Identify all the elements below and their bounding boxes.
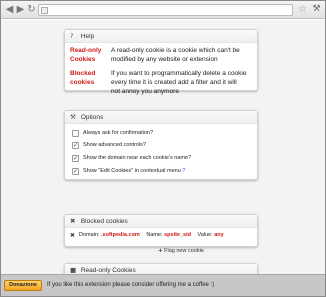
options-card: ⚒ Options Always ask for confirmation? ✓…: [64, 110, 258, 180]
donate-button[interactable]: Donazione: [4, 280, 42, 291]
blocked-header: ✖ Blocked cookies: [65, 215, 257, 228]
help-icon: ?: [70, 32, 74, 40]
checkbox[interactable]: ✓: [72, 155, 79, 162]
checkbox[interactable]: ✓: [72, 142, 79, 149]
checkbox[interactable]: [72, 130, 79, 137]
options-page: ? Help Read-only Cookies A read-only coo…: [1, 20, 325, 283]
help-card: ? Help Read-only Cookies A read-only coo…: [64, 29, 258, 95]
delete-icon[interactable]: ✖: [70, 231, 76, 240]
arrow-left-icon[interactable]: ◀: [4, 4, 15, 15]
blocked-cookie-row: ✖ Domain: .softpedia.com Name: spsite_si…: [70, 231, 224, 240]
reload-icon[interactable]: ↻: [26, 4, 37, 15]
help-title: Help: [80, 33, 95, 40]
name-label: Name:: [146, 232, 163, 238]
blocked-cookies-card: ✖ Blocked cookies ✖ Domain: .softpedia.c…: [64, 214, 258, 247]
arrow-right-icon[interactable]: ▶: [15, 4, 26, 15]
address-bar[interactable]: [38, 4, 293, 16]
help-header: ? Help: [65, 30, 257, 43]
help-hint[interactable]: ?: [182, 168, 185, 174]
page-icon: [41, 7, 48, 14]
options-title: Options: [80, 114, 104, 121]
blocked-title: Blocked cookies: [80, 218, 128, 225]
close-icon: ✖: [70, 217, 76, 225]
value-value: any: [214, 232, 224, 238]
name-value: spsite_sid: [164, 232, 191, 238]
help-description: If you want to programmatically delete a…: [111, 70, 247, 95]
options-header: ⚒ Options: [65, 111, 257, 124]
help-item-blocked: Blocked cookies If you want to programma…: [65, 69, 257, 95]
plus-icon: +: [158, 248, 163, 254]
help-term: Read-only Cookies: [70, 47, 102, 63]
checkbox[interactable]: ✓: [72, 168, 79, 175]
help-description: A read-only cookie is a cookie which can…: [111, 47, 240, 63]
help-item-readonly: Read-only Cookies A read-only cookie is …: [65, 46, 257, 69]
donation-message: If you like this extension please consid…: [47, 282, 215, 288]
domain-label: Domain:: [79, 232, 100, 238]
wrench-icon[interactable]: ⚒: [311, 4, 322, 15]
browser-window: ◀ ▶ ↻ ☆ ⚒ ? Help Read-only Cookies A rea…: [0, 0, 326, 297]
value-label: Value:: [197, 232, 213, 238]
browser-toolbar: ◀ ▶ ↻ ☆ ⚒: [1, 1, 325, 19]
help-term: Blocked cookies: [70, 70, 96, 86]
donation-bar: Donazione If you like this extension ple…: [1, 274, 325, 296]
readonly-title: Read-only Cookies: [80, 267, 136, 274]
wrench-icon: ⚒: [70, 113, 76, 121]
flag-new-cookie-link[interactable]: + Flag new cookie: [158, 248, 204, 254]
domain-value: .softpedia.com: [101, 232, 140, 238]
star-icon[interactable]: ☆: [297, 4, 308, 15]
